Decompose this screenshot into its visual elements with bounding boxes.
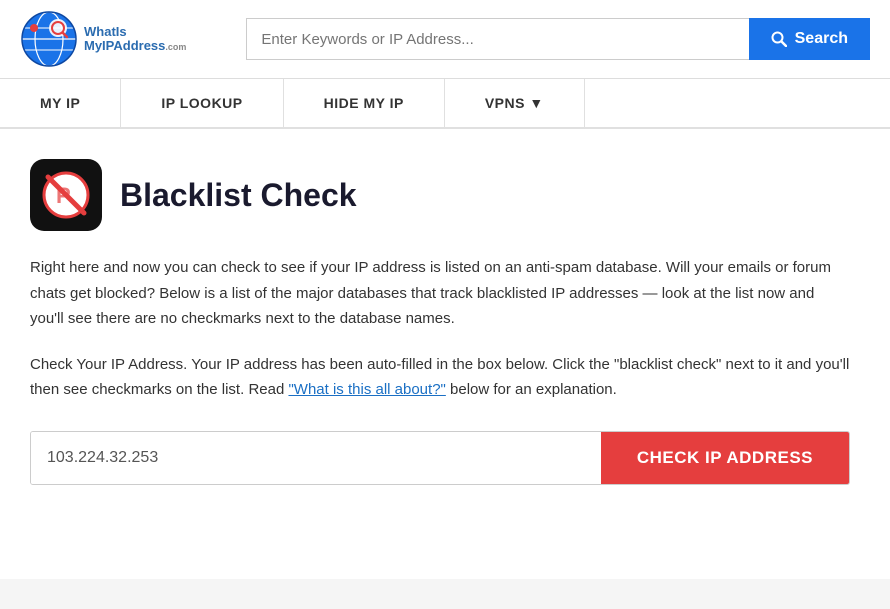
main-nav: MY IP IP LOOKUP HIDE MY IP VPNS ▼ <box>0 79 890 129</box>
blacklist-icon: P <box>30 159 102 231</box>
nav-item-vpns[interactable]: VPNS ▼ <box>445 79 585 127</box>
main-content: P Blacklist Check Right here and now you… <box>0 129 890 579</box>
nav-item-my-ip[interactable]: MY IP <box>0 79 121 127</box>
site-header: WhatIs MyIPAddress.com Search <box>0 0 890 79</box>
nav-item-ip-lookup[interactable]: IP LOOKUP <box>121 79 283 127</box>
logo-text: WhatIs MyIPAddress.com <box>84 25 186 54</box>
search-button[interactable]: Search <box>749 18 870 60</box>
svg-text:P: P <box>56 183 71 208</box>
globe-icon <box>20 10 78 68</box>
ip-check-row: CHECK IP ADDRESS <box>30 431 850 485</box>
search-input[interactable] <box>246 18 748 60</box>
site-logo[interactable]: WhatIs MyIPAddress.com <box>20 10 186 68</box>
page-title: Blacklist Check <box>120 177 357 214</box>
ip-address-input[interactable] <box>31 432 601 484</box>
search-area: Search <box>246 18 870 60</box>
no-entry-icon: P <box>42 171 90 219</box>
logo-line1: WhatIs <box>84 25 186 39</box>
what-is-link[interactable]: "What is this all about?" <box>288 381 445 398</box>
page-header: P Blacklist Check <box>30 159 860 231</box>
description-2: Check Your IP Address. Your IP address h… <box>30 352 850 403</box>
logo-line2: MyIPAddress.com <box>84 39 186 53</box>
description-1: Right here and now you can check to see … <box>30 255 850 332</box>
nav-item-hide-my-ip[interactable]: HIDE MY IP <box>284 79 445 127</box>
check-ip-button[interactable]: CHECK IP ADDRESS <box>601 432 849 484</box>
search-icon <box>771 31 787 47</box>
